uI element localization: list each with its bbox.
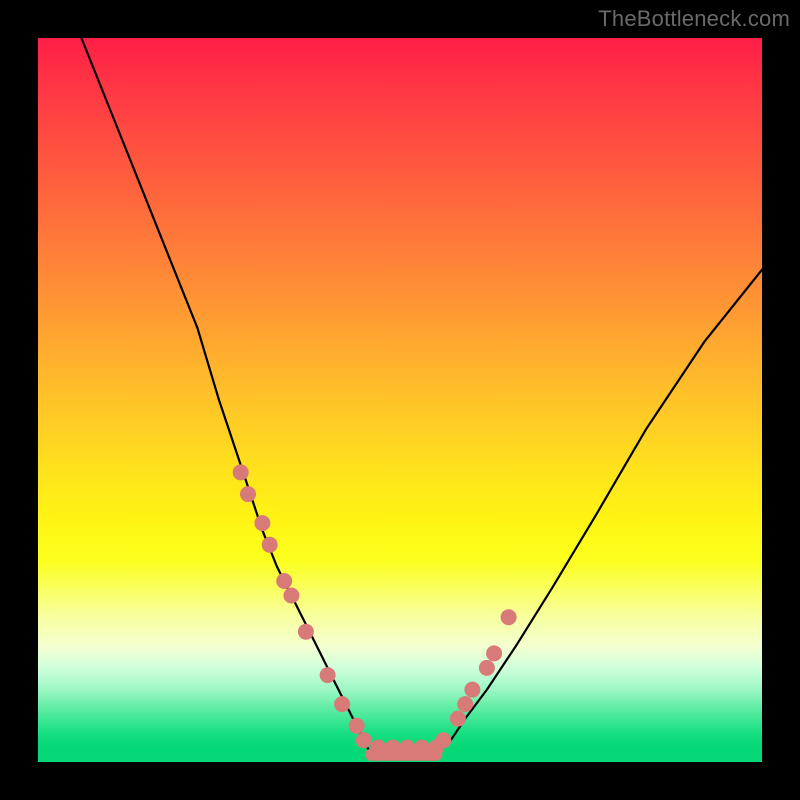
sample-dot — [479, 660, 495, 676]
sample-dot — [435, 732, 451, 748]
watermark-text: TheBottleneck.com — [598, 6, 790, 32]
sample-dot — [501, 609, 517, 625]
sample-dot — [262, 537, 278, 553]
sample-dot — [334, 696, 350, 712]
curve-svg — [38, 38, 762, 762]
sample-dot — [349, 718, 365, 734]
sample-dot — [486, 645, 502, 661]
sample-dot — [356, 732, 372, 748]
sample-dot — [254, 515, 270, 531]
plot-area — [38, 38, 762, 762]
sample-dot — [276, 573, 292, 589]
sample-dot — [464, 682, 480, 698]
sample-dot — [298, 624, 314, 640]
sample-dot — [457, 696, 473, 712]
sample-dot — [320, 667, 336, 683]
bottleneck-curve — [81, 38, 762, 755]
sample-dot — [283, 588, 299, 604]
sample-dot — [240, 486, 256, 502]
sample-dot — [450, 711, 466, 727]
chart-frame: TheBottleneck.com — [0, 0, 800, 800]
sample-dot — [233, 464, 249, 480]
sample-dots-group — [233, 464, 517, 755]
